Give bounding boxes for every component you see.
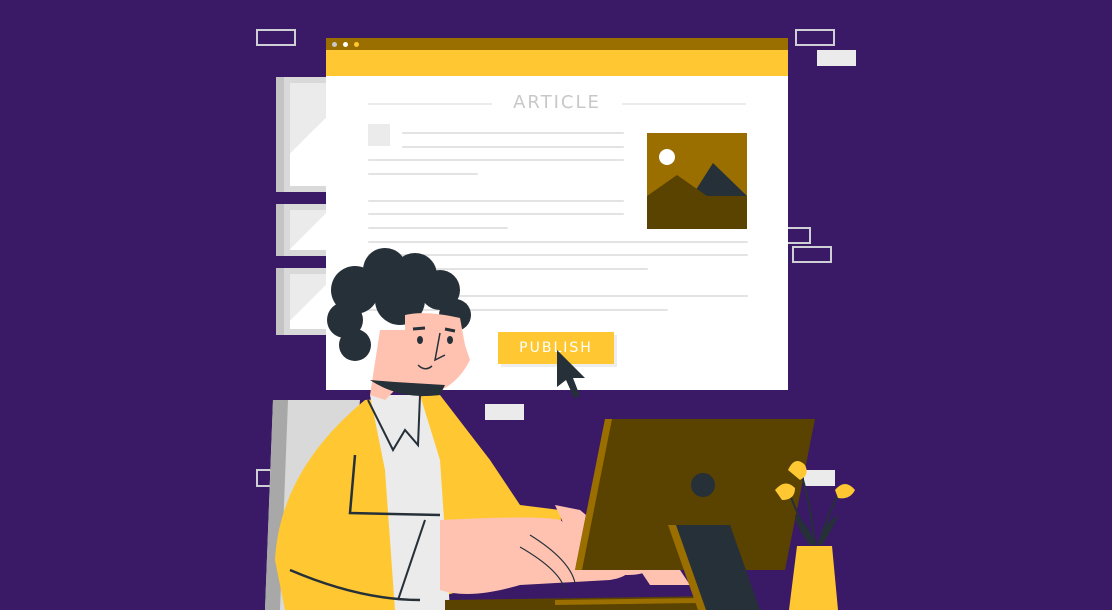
keyboard bbox=[445, 596, 720, 610]
mouse-pointer-icon bbox=[557, 350, 585, 398]
desktop-monitor-icon bbox=[575, 419, 815, 610]
illustration bbox=[265, 248, 855, 610]
person-head bbox=[327, 248, 471, 400]
